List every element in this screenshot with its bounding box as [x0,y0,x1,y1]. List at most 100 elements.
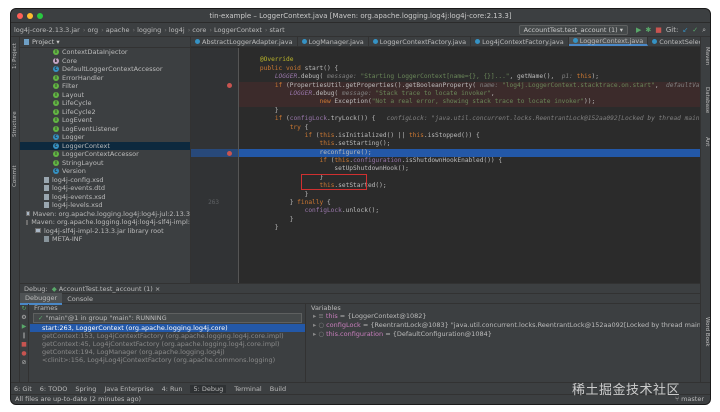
tree-item-label: LifeCycle2 [62,107,96,116]
tree-item[interactable]: I StringLayout [20,159,190,168]
tab-console[interactable]: Console [62,294,98,304]
variable-row[interactable]: ▸ ○ this.configuration = {DefaultConfigu… [307,330,700,339]
tree-item[interactable]: log4j-events.dtd [20,184,190,193]
tree-item[interactable]: I Filter [20,82,190,91]
stack-frame[interactable]: start:263, LoggerContext (org.apache.log… [30,324,305,332]
breadcrumb: log4j-core-2.13.3.jar › org › apache › logging… [14,26,286,34]
git-commit-icon[interactable]: ✓ [692,25,698,35]
editor-tab[interactable]: AbstractLoggerAdapter.java [191,37,298,46]
tool-window-button[interactable]: Java Enterprise [104,385,153,393]
database-tool-tab[interactable]: Database [704,87,710,113]
line-number [191,90,219,98]
run-icon[interactable]: ▶ [636,25,641,35]
breadcrumb-item[interactable]: log4j [169,26,185,34]
word-book-tool-tab[interactable]: Word Book [704,317,710,347]
debug-session-tab[interactable]: AccountTest.test_account (1) [59,285,153,293]
maximize-window-button[interactable] [37,13,43,19]
tree-item[interactable]: I LogEventListener [20,125,190,134]
tree-item[interactable]: log4j-config.xsd [20,176,190,185]
tool-window-button[interactable]: Terminal [234,385,261,393]
variable-row[interactable]: ▸ ○ configLock = {ReentrantLock@1083} "j… [307,321,700,330]
stop-debug-icon[interactable]: ■ [20,340,28,349]
tool-window-button[interactable]: Build [270,385,286,393]
ant-tool-tab[interactable]: Ant [704,137,710,146]
stack-frame[interactable]: getContext:153, Log4jContextFactory (org… [30,332,305,340]
variable-value: = {LoggerContext@1082} [337,312,427,320]
minimize-window-button[interactable] [27,13,33,19]
editor-tab[interactable]: ContextSelector.java [648,37,700,46]
tree-item[interactable]: log4j-levels.xsd [20,201,190,210]
close-window-button[interactable] [17,13,23,19]
editor-tab[interactable]: Log4jContextFactory.java [471,37,569,46]
file-icon [44,185,49,192]
breadcrumb-item[interactable]: LoggerContext [214,26,262,34]
tool-window-button[interactable]: Spring [75,385,96,393]
tree-item[interactable]: Maven: org.apache.logging.log4j:log4j-ju… [20,210,190,219]
view-breakpoints-icon[interactable]: ● [20,349,28,358]
resume-icon[interactable]: ▶ [20,322,28,331]
project-title[interactable]: Project [32,38,54,46]
tree-item[interactable]: C Version [20,167,190,176]
tree-item[interactable]: I LifeCycle2 [20,108,190,117]
editor-tab[interactable]: LogManager.java [298,37,369,46]
settings-icon[interactable]: ⚙ [20,313,28,322]
tree-item[interactable]: I Layout [20,91,190,100]
mute-breakpoints-icon[interactable]: ⊘ [20,358,28,367]
editor-tabs: AbstractLoggerAdapter.java LogManager.jav… [191,37,700,47]
library-icon [26,219,29,225]
tree-item[interactable]: I LoggerContextAccessor [20,150,190,159]
breadcrumb-item[interactable]: start [269,26,284,34]
stop-icon[interactable]: ■ [655,25,662,35]
pause-icon[interactable]: ∥ [20,331,28,340]
debug-icon[interactable]: ✱ [645,25,651,35]
tree-item[interactable]: C LoggerContext [20,141,190,150]
breadcrumb-item[interactable]: apache [106,26,130,34]
window-title: tin-example – LoggerContext.java [Maven:… [209,12,512,20]
variable-row[interactable]: ▸ ≡ this = {LoggerContext@1082} [307,312,700,321]
stack-frame[interactable]: getContext:45, Log4jContextFactory (org.… [30,340,305,348]
structure-tool-tab[interactable]: Structure [12,111,18,137]
line-number [191,48,219,56]
commit-tool-tab[interactable]: Commit [12,165,18,187]
tree-item[interactable]: I ErrorHandler [20,74,190,83]
breadcrumb-item[interactable]: log4j-core-2.13.3.jar [14,26,80,34]
tree-item[interactable]: log4j-events.xsd [20,193,190,202]
breakpoint-icon[interactable] [227,83,232,89]
search-icon[interactable]: ⌕ [702,25,706,35]
thread-select[interactable]: ✓ "main"@1 in group "main": RUNNING [33,313,302,323]
editor-tab[interactable]: LoggerContext.java [568,37,649,46]
tree-item[interactable]: Maven: org.apache.logging.log4j:log4j-sl… [20,218,190,227]
stack-frame[interactable]: <clinit>:156, Log4jLog4jContextFactory (… [30,356,305,364]
tool-window-button[interactable]: 5: Debug [190,384,227,393]
variable-name: this.configuration [326,330,384,338]
interface-icon: I [53,108,59,115]
rerun-icon[interactable]: ↻ [20,304,28,313]
tree-item[interactable]: I LogEvent [20,116,190,125]
breadcrumb-item[interactable]: org [87,26,98,34]
tool-window-button[interactable]: 6: Git [14,385,32,393]
project-tool-tab[interactable]: 1: Project [12,43,18,69]
git-update-icon[interactable]: ↙ [682,25,688,35]
tree-item[interactable]: META-INF [20,235,190,244]
tree-item[interactable]: log4j-slf4j-impl-2.13.3.jar library root [20,227,190,236]
tab-debugger[interactable]: Debugger [20,292,63,305]
tree-item[interactable]: I LifeCycle [20,99,190,108]
breadcrumb-item[interactable]: core [192,26,206,34]
stack-frame[interactable]: getContext:194, LogManager (org.apache.l… [30,348,305,356]
tree-item[interactable]: E Core [20,57,190,66]
tree-item[interactable]: C Logger [20,133,190,142]
breadcrumb-item[interactable]: logging [137,26,161,34]
run-configuration-select[interactable]: AccountTest.test_account (1) ▾ [518,25,628,35]
code-area[interactable]: @Override public void start() { LOGGER.d… [239,48,700,283]
java-file-icon [572,38,578,43]
tool-window-button[interactable]: 4: Run [162,385,183,393]
maven-tool-tab[interactable]: Maven [704,47,710,65]
tool-window-button[interactable]: 6: TODO [40,385,68,393]
code-line: if (configLock.tryLock()) { configLock: … [274,115,700,123]
tree-item[interactable]: I ContextDataInjector [20,48,190,57]
java-file-icon [475,39,481,44]
tree-item[interactable]: C DefaultLoggerContextAccessor [20,65,190,74]
editor-tab[interactable]: LoggerContextFactory.java [369,37,472,46]
line-number [191,107,219,115]
breakpoint-icon[interactable] [227,150,232,156]
